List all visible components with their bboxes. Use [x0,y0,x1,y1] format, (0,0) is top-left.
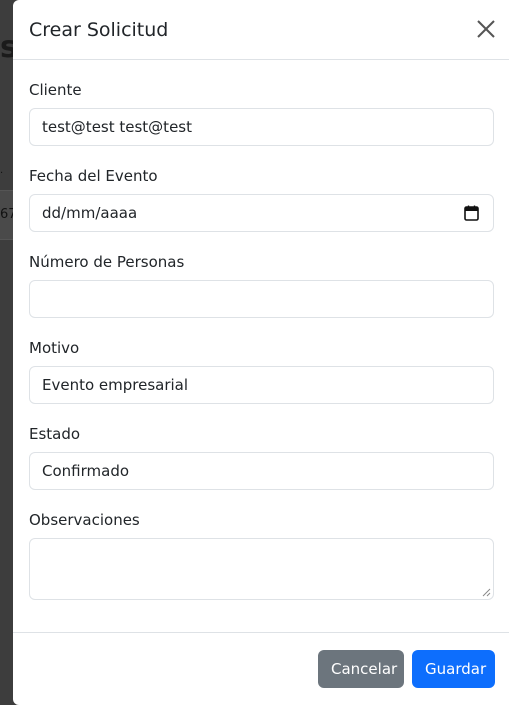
cliente-value: test@test test@test [42,118,192,136]
estado-field[interactable]: Confirmado [29,452,494,490]
save-button[interactable]: Guardar [412,650,495,688]
calendar-icon[interactable] [464,205,479,221]
modal-title: Crear Solicitud [29,19,169,41]
observaciones-textarea[interactable] [29,538,494,600]
close-icon [477,20,495,38]
background-dot-fragment: . [0,166,4,176]
observaciones-label: Observaciones [29,511,140,529]
cliente-field[interactable]: test@test test@test [29,108,494,146]
motivo-label: Motivo [29,339,80,357]
modal-header: Crear Solicitud [13,0,509,60]
modal-footer: Cancelar Guardar [13,632,509,705]
numero-personas-label: Número de Personas [29,253,185,271]
estado-label: Estado [29,425,81,443]
crear-solicitud-modal: Crear Solicitud Cliente test@test test@t… [13,0,509,705]
estado-value: Confirmado [42,462,130,480]
background-table-row-fragment: 67 [0,190,13,240]
fecha-evento-field[interactable]: dd/mm/aaaa [29,194,494,232]
motivo-value: Evento empresarial [42,376,189,394]
background-title-fragment: s [0,30,13,65]
cancel-button[interactable]: Cancelar [318,650,404,688]
close-button[interactable] [473,16,499,42]
fecha-evento-label: Fecha del Evento [29,167,158,185]
motivo-field[interactable]: Evento empresarial [29,366,494,404]
resize-grip-icon[interactable] [482,588,491,597]
fecha-evento-placeholder: dd/mm/aaaa [42,204,138,222]
cliente-label: Cliente [29,81,82,99]
numero-personas-field[interactable] [29,280,494,318]
